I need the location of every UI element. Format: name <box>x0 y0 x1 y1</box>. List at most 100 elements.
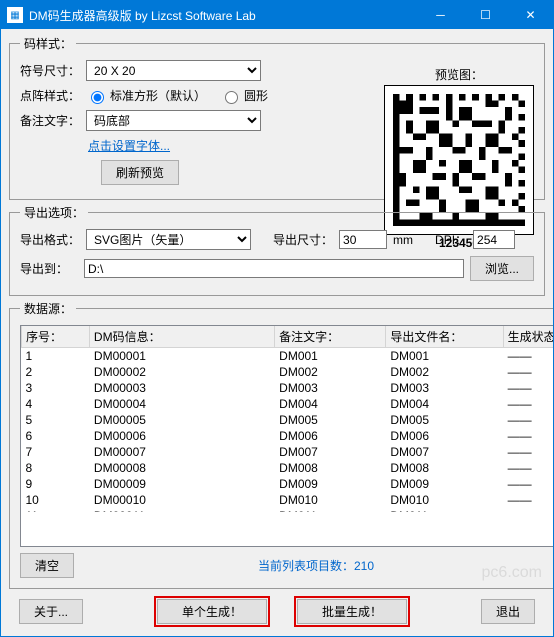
export-path-label: 导出到： <box>20 260 78 277</box>
cell-no: 3 <box>22 380 90 396</box>
clear-button[interactable]: 清空 <box>20 553 74 578</box>
dot-style-radios: 标准方形（默认） 圆形 <box>86 87 268 104</box>
col-status[interactable]: 生成状态： <box>503 326 553 348</box>
cell-file: DM004 <box>386 396 503 412</box>
window-title: DM码生成器高级版 by Lizcst Software Lab <box>29 7 418 24</box>
cell-no: 5 <box>22 412 90 428</box>
datasource-group: 数据源： 序号： DM码信息： 备注文字： 导出文件名： 生成状态： <box>9 300 553 589</box>
cell-status: —— <box>503 348 553 365</box>
cell-status: —— <box>503 396 553 412</box>
export-size-input[interactable] <box>339 230 387 249</box>
table-row[interactable]: 3DM00003DM003DM003—— <box>22 380 554 396</box>
cell-info: DM00007 <box>89 444 274 460</box>
remark-text-select[interactable]: 码底部 <box>86 110 261 131</box>
dot-style-label: 点阵样式： <box>20 87 80 104</box>
cell-file: DM005 <box>386 412 503 428</box>
font-settings-link[interactable]: 点击设置字体... <box>88 137 170 154</box>
generate-batch-button[interactable]: 批量生成！ <box>297 599 407 624</box>
close-button[interactable]: ✕ <box>508 1 553 29</box>
preview-label: 预览图： <box>384 66 534 83</box>
cell-file: DM010 <box>386 492 503 508</box>
minimize-button[interactable]: ─ <box>418 1 463 29</box>
cell-file: DM007 <box>386 444 503 460</box>
cell-file: DM002 <box>386 364 503 380</box>
table-header: 序号： DM码信息： 备注文字： 导出文件名： 生成状态： <box>22 326 554 348</box>
horizontal-scrollbar[interactable] <box>21 512 553 528</box>
cell-info: DM00004 <box>89 396 274 412</box>
table-row[interactable]: 8DM00008DM008DM008—— <box>22 460 554 476</box>
cell-status: —— <box>503 492 553 508</box>
symbol-size-label: 符号尺寸： <box>20 62 80 79</box>
cell-remark: DM002 <box>275 364 386 380</box>
table-row[interactable]: 5DM00005DM005DM005—— <box>22 412 554 428</box>
remark-text-label: 备注文字： <box>20 112 80 129</box>
col-info[interactable]: DM码信息： <box>89 326 274 348</box>
table-body: 1DM00001DM001DM001——2DM00002DM002DM002——… <box>22 348 554 513</box>
symbol-size-select[interactable]: 20 X 20 <box>86 60 261 81</box>
export-format-select[interactable]: SVG图片（矢量） <box>86 229 251 250</box>
browse-button[interactable]: 浏览... <box>470 256 534 281</box>
cell-info: DM00010 <box>89 492 274 508</box>
cell-remark: DM006 <box>275 428 386 444</box>
table-row[interactable]: 7DM00007DM007DM007—— <box>22 444 554 460</box>
table-row[interactable]: 1DM00001DM001DM001—— <box>22 348 554 365</box>
col-remark[interactable]: 备注文字： <box>275 326 386 348</box>
col-no[interactable]: 序号： <box>22 326 90 348</box>
cell-no: 4 <box>22 396 90 412</box>
cell-remark: DM009 <box>275 476 386 492</box>
cell-info: DM00001 <box>89 348 274 365</box>
app-window: ▦ DM码生成器高级版 by Lizcst Software Lab ─ ☐ ✕… <box>0 0 554 637</box>
exit-button[interactable]: 退出 <box>481 599 535 624</box>
content-area: 码样式： 符号尺寸： 20 X 20 点阵样式： 标准方形（默认） 圆形 备注文… <box>1 29 553 636</box>
table-row[interactable]: 10DM00010DM010DM010—— <box>22 492 554 508</box>
cell-remark: DM007 <box>275 444 386 460</box>
maximize-button[interactable]: ☐ <box>463 1 508 29</box>
titlebar: ▦ DM码生成器高级版 by Lizcst Software Lab ─ ☐ ✕ <box>1 1 553 29</box>
export-legend: 导出选项： <box>20 204 88 221</box>
table-row[interactable]: 6DM00006DM006DM006—— <box>22 428 554 444</box>
cell-file: DM008 <box>386 460 503 476</box>
app-icon: ▦ <box>7 7 23 23</box>
cell-remark: DM003 <box>275 380 386 396</box>
radio-circle-input[interactable] <box>225 91 238 104</box>
cell-no: 2 <box>22 364 90 380</box>
footer: 关于... 单个生成！ 批量生成！ 退出 <box>9 599 545 630</box>
export-path-input[interactable] <box>84 259 464 278</box>
cell-info: DM00009 <box>89 476 274 492</box>
datasource-legend: 数据源： <box>20 300 76 317</box>
cell-file: DM003 <box>386 380 503 396</box>
radio-square-input[interactable] <box>91 91 104 104</box>
cell-status: —— <box>503 460 553 476</box>
export-size-label: 导出尺寸： <box>273 231 333 248</box>
table-row[interactable]: 4DM00004DM004DM004—— <box>22 396 554 412</box>
table-scroll[interactable]: 序号： DM码信息： 备注文字： 导出文件名： 生成状态： 1DM00001DM… <box>21 326 553 512</box>
cell-file: DM001 <box>386 348 503 365</box>
cell-no: 7 <box>22 444 90 460</box>
generate-single-button[interactable]: 单个生成！ <box>157 599 267 624</box>
data-table: 序号： DM码信息： 备注文字： 导出文件名： 生成状态： 1DM00001DM… <box>20 325 553 547</box>
cell-remark: DM010 <box>275 492 386 508</box>
cell-no: 6 <box>22 428 90 444</box>
cell-info: DM00002 <box>89 364 274 380</box>
item-count-label: 当前列表项目数：210 <box>84 557 548 574</box>
table-row[interactable]: 9DM00009DM009DM009—— <box>22 476 554 492</box>
table-row[interactable]: 2DM00002DM002DM002—— <box>22 364 554 380</box>
cell-info: DM00005 <box>89 412 274 428</box>
window-controls: ─ ☐ ✕ <box>418 1 553 29</box>
cell-status: —— <box>503 444 553 460</box>
cell-remark: DM005 <box>275 412 386 428</box>
cell-remark: DM008 <box>275 460 386 476</box>
cell-status: —— <box>503 476 553 492</box>
refresh-preview-button[interactable]: 刷新预览 <box>101 160 179 185</box>
col-file[interactable]: 导出文件名： <box>386 326 503 348</box>
cell-no: 9 <box>22 476 90 492</box>
about-button[interactable]: 关于... <box>19 599 83 624</box>
radio-square[interactable]: 标准方形（默认） <box>86 87 206 104</box>
cell-no: 10 <box>22 492 90 508</box>
cell-remark: DM004 <box>275 396 386 412</box>
cell-info: DM00006 <box>89 428 274 444</box>
cell-status: —— <box>503 412 553 428</box>
export-format-label: 导出格式： <box>20 231 80 248</box>
dpi-input[interactable] <box>473 230 515 249</box>
radio-circle[interactable]: 圆形 <box>220 87 268 104</box>
